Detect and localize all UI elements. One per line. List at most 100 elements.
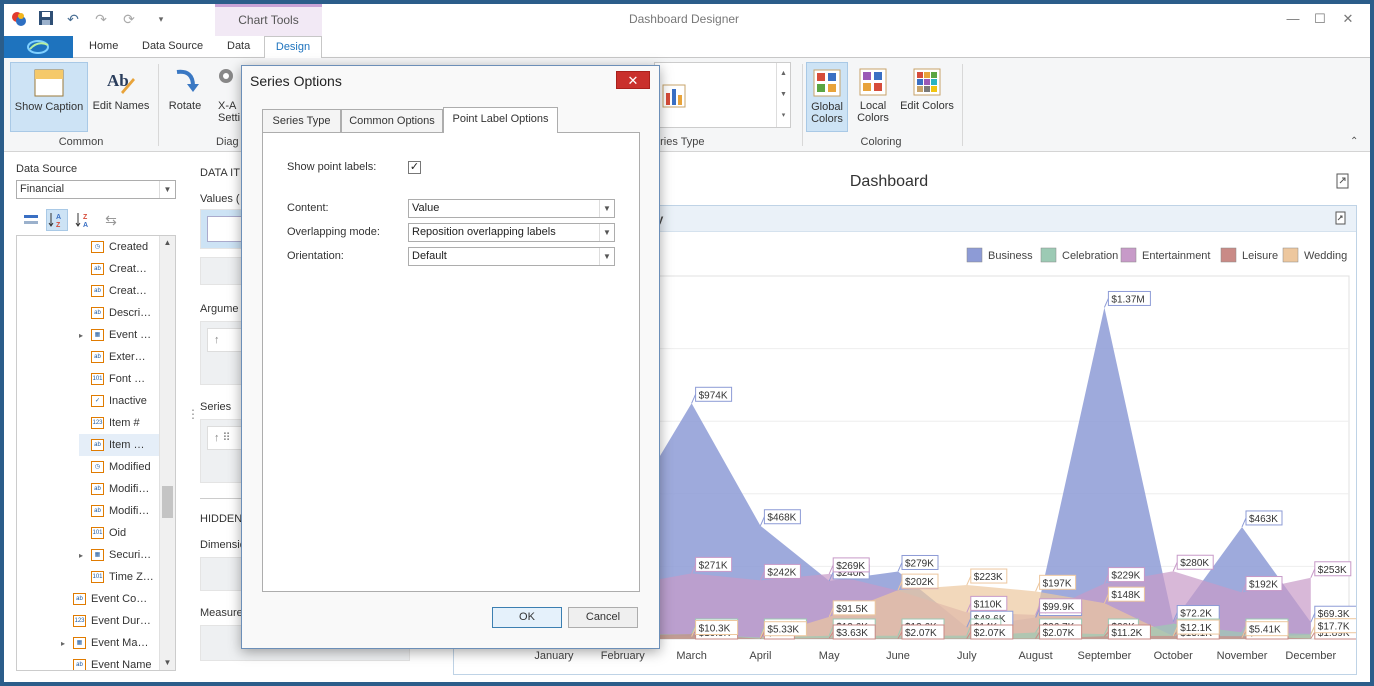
tree-item[interactable]: ✓ Inactive — [79, 390, 147, 412]
data-source-field-tree[interactable]: ◷ Created ab Creat… ab Creat… ab Descri… ▸ ▦ Event… — [16, 235, 176, 671]
tree-item[interactable]: ▸ ▦ Event Ma… — [61, 632, 148, 654]
x-axis-tick-label: April — [749, 650, 771, 662]
local-colors-button[interactable]: Local Colors — [852, 62, 894, 132]
x-axis-tick-label: December — [1285, 650, 1336, 662]
tree-item[interactable]: ab Creat… — [79, 280, 147, 302]
tab-design[interactable]: Design — [264, 36, 322, 59]
x-axis-settings-button[interactable]: X-A Setti — [212, 62, 242, 132]
tree-item[interactable]: ab Modifi… — [79, 500, 149, 522]
tab-home[interactable]: Home — [89, 40, 118, 52]
field-type-123-icon: 123 — [91, 417, 104, 429]
tab-series-type[interactable]: Series Type — [262, 109, 341, 132]
splitter-grip-icon[interactable]: ⋮ — [187, 407, 199, 421]
field-type-check-icon: ✓ — [91, 395, 104, 407]
data-source-select[interactable]: Financial ▼ — [16, 180, 176, 199]
bar-series-icon[interactable] — [661, 83, 687, 109]
local-colors-label-2: Colors — [857, 112, 889, 124]
svg-text:Z: Z — [83, 214, 88, 221]
tree-item[interactable]: 101 Oid — [79, 522, 126, 544]
tree-item[interactable]: ab Item … — [79, 434, 159, 456]
customize-qat-icon[interactable]: ▾ — [152, 10, 170, 28]
gear-icon — [216, 66, 236, 98]
tree-item[interactable]: ▸ ▦ Securi… — [79, 544, 151, 566]
field-type-101-icon: 101 — [91, 527, 104, 539]
orientation-select[interactable]: Default ▼ — [408, 247, 615, 266]
tree-item[interactable]: ab Event Name — [61, 654, 152, 671]
export-icon[interactable] — [1334, 211, 1348, 225]
overlapping-mode-select[interactable]: Reposition overlapping labels ▼ — [408, 223, 615, 242]
series-type-gallery[interactable]: ▲ ▼ ▾ — [654, 62, 791, 128]
maximize-icon[interactable]: ☐ — [1308, 10, 1332, 28]
scroll-thumb[interactable] — [162, 486, 173, 518]
series-options-dialog: Series Options ✕ Series Type Common Opti… — [241, 65, 660, 649]
refresh-icon[interactable]: ⟳ — [120, 10, 138, 28]
sort-descending-icon[interactable]: ZA — [74, 210, 94, 230]
sort-ascending-icon[interactable]: AZ — [46, 209, 68, 231]
tree-item[interactable]: ▸ ▦ Event … — [79, 324, 151, 346]
redo-icon[interactable]: ↷ — [92, 10, 110, 28]
tree-item[interactable]: ab Descri… — [79, 302, 151, 324]
tree-item-label: Event Name — [91, 659, 152, 671]
tree-item[interactable]: ◷ Modified — [79, 456, 151, 478]
tree-item[interactable]: ab Exter… — [79, 346, 146, 368]
close-icon[interactable]: ✕ — [1336, 10, 1360, 28]
expand-arrow-icon[interactable]: ▸ — [79, 551, 89, 560]
chart-tools-context-label: Chart Tools — [215, 4, 322, 36]
tree-item[interactable]: 123 Item # — [79, 412, 140, 434]
series-type-group-label: eries Type — [654, 136, 705, 148]
scroll-down-icon[interactable]: ▼ — [160, 656, 175, 670]
edit-names-button[interactable]: Ab Edit Names — [90, 62, 152, 132]
tree-item[interactable]: ab Modifi… — [79, 478, 149, 500]
data-items-header: DATA IT — [200, 167, 240, 179]
collapse-ribbon-icon[interactable]: ⌃ — [1350, 136, 1358, 147]
field-type-table-icon: ▦ — [73, 637, 86, 649]
export-icon[interactable] — [1335, 173, 1351, 189]
close-button[interactable]: ✕ — [616, 71, 650, 89]
svg-text:A: A — [83, 222, 88, 229]
tab-point-label-options[interactable]: Point Label Options — [443, 107, 558, 133]
show-caption-button[interactable]: Show Caption — [10, 62, 88, 132]
ok-button[interactable]: OK — [492, 607, 562, 628]
tab-common-options[interactable]: Common Options — [341, 109, 443, 132]
save-icon[interactable] — [37, 10, 55, 28]
x-axis-tick-label: October — [1154, 650, 1193, 662]
tab-data[interactable]: Data — [227, 40, 250, 52]
gallery-scroll[interactable]: ▲ ▼ ▾ — [776, 63, 790, 127]
undo-icon[interactable]: ↶ — [64, 10, 82, 28]
tree-item-label: Creat… — [109, 285, 147, 297]
show-point-labels-checkbox[interactable]: ✓ — [408, 161, 421, 174]
group-by-type-icon[interactable] — [22, 211, 40, 229]
expand-arrow-icon[interactable]: ▸ — [61, 639, 71, 648]
scroll-up-icon[interactable]: ▲ — [160, 236, 175, 250]
tree-item[interactable]: 101 Time Z… — [79, 566, 154, 588]
tree-item[interactable]: ab Event Co… — [61, 588, 147, 610]
chevron-down-icon: ▼ — [599, 200, 614, 217]
refresh-fields-icon[interactable]: ⇆ — [102, 211, 120, 229]
palette-icon — [911, 66, 943, 98]
tree-item-label: Securi… — [109, 549, 152, 561]
tree-item[interactable]: ab Creat… — [79, 258, 147, 280]
field-type-101-icon: 101 — [91, 373, 104, 385]
data-source-panel: Data Source Financial ▼ AZ ZA ⇆ ◷ Created… — [4, 153, 194, 682]
tree-item-label: Event … — [109, 329, 152, 341]
point-label: $463K — [1249, 514, 1278, 525]
cancel-button[interactable]: Cancel — [568, 607, 638, 628]
tab-data-source[interactable]: Data Source — [142, 40, 203, 52]
minimize-icon[interactable]: — — [1281, 10, 1305, 28]
rotate-button[interactable]: Rotate — [164, 62, 206, 132]
tree-item-label: Modifi… — [109, 505, 150, 517]
tree-item-label: Item # — [109, 417, 140, 429]
x-axis-tick-label: February — [601, 650, 646, 662]
common-group-label: Common — [58, 136, 104, 148]
tree-item[interactable]: 101 Font … — [79, 368, 145, 390]
tree-item-label: Descri… — [109, 307, 152, 319]
edit-colors-button[interactable]: Edit Colors — [898, 62, 956, 132]
tree-item[interactable]: ◷ Created — [79, 236, 148, 258]
expand-arrow-icon[interactable]: ▸ — [79, 331, 89, 340]
point-label: $253K — [1318, 565, 1347, 576]
application-menu-button[interactable] — [4, 36, 73, 58]
tree-scrollbar[interactable]: ▲ ▼ — [159, 236, 175, 670]
global-colors-button[interactable]: Global Colors — [806, 62, 848, 132]
tree-item[interactable]: 123 Event Dur… — [61, 610, 151, 632]
content-select[interactable]: Value ▼ — [408, 199, 615, 218]
